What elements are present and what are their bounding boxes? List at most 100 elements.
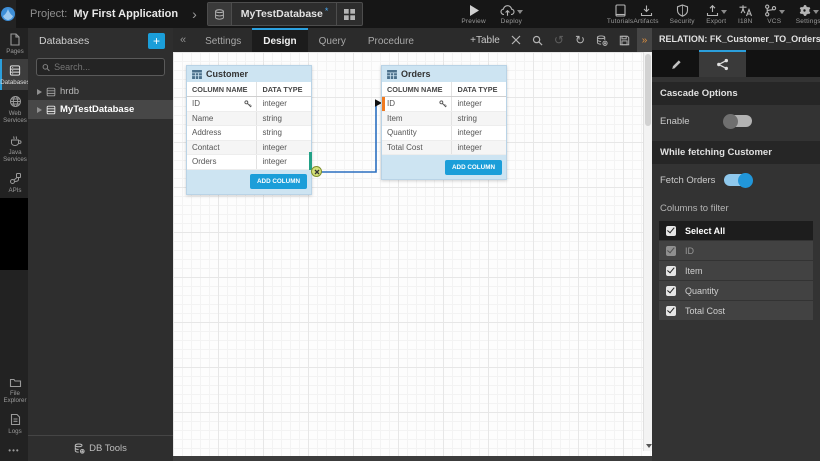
project-breadcrumb: Project: My First Application <box>30 8 178 20</box>
table-row[interactable]: Address string <box>187 126 311 141</box>
add-table-button[interactable]: +Table <box>470 35 500 46</box>
checkbox-checked-icon[interactable] <box>666 226 676 236</box>
fetch-orders-toggle[interactable] <box>724 174 752 186</box>
database-icon <box>46 105 56 115</box>
table-card-orders[interactable]: Orders COLUMN NAME DATA TYPE ID int <box>381 65 507 180</box>
collapse-panel-button[interactable]: « <box>173 28 194 52</box>
app-logo[interactable] <box>0 0 16 28</box>
table-row[interactable]: Orders integer <box>187 155 311 170</box>
database-tab-label: MyTestDatabase <box>241 8 323 20</box>
filter-id[interactable]: ID <box>659 241 813 260</box>
checkbox-checked-icon[interactable] <box>666 306 676 316</box>
table-header[interactable]: Customer <box>187 66 311 82</box>
search-input[interactable] <box>54 62 159 72</box>
project-label: Project: <box>30 8 67 20</box>
tab-relations[interactable] <box>699 50 746 77</box>
search-icon[interactable] <box>532 35 543 46</box>
add-column-button[interactable]: ADD COLUMN <box>250 174 307 189</box>
security-button[interactable]: Security <box>670 3 695 25</box>
expand-panel-button[interactable]: » <box>637 28 652 52</box>
sidebar-item-databases[interactable]: Databases <box>0 59 28 90</box>
checkbox-checked-icon[interactable] <box>666 266 676 276</box>
tab-query[interactable]: Query <box>308 28 357 52</box>
table-header[interactable]: Orders <box>382 66 506 82</box>
schema-canvas[interactable]: Customer COLUMN NAME DATA TYPE ID intege… <box>173 52 652 456</box>
relation-drag-handle[interactable] <box>311 166 322 177</box>
play-icon <box>468 4 480 17</box>
relation-icon <box>716 58 729 71</box>
fk-target-marker <box>382 97 385 111</box>
tab-procedure[interactable]: Procedure <box>357 28 425 52</box>
deploy-caret-icon <box>517 10 523 14</box>
filter-select-all[interactable]: Select All <box>659 221 813 240</box>
sidebar-item-web-services[interactable]: Web Services <box>0 90 28 128</box>
sidebar-item-java-services[interactable]: Java Services <box>0 129 28 167</box>
expand-caret-icon[interactable] <box>37 107 42 113</box>
scroll-down-icon[interactable] <box>646 444 652 448</box>
table-card-customer[interactable]: Customer COLUMN NAME DATA TYPE ID intege… <box>186 65 312 195</box>
enable-toggle[interactable] <box>724 115 752 127</box>
filter-item[interactable]: Item <box>659 261 813 280</box>
export-db-icon[interactable] <box>596 35 608 46</box>
sidebar-item-logs[interactable]: Logs <box>0 408 28 439</box>
column-header-row: COLUMN NAME DATA TYPE <box>382 82 506 97</box>
table-row[interactable]: ID integer <box>187 97 311 112</box>
save-icon[interactable] <box>619 35 630 46</box>
left-rail: Pages Databases Web Services Java Se <box>0 28 28 461</box>
redo-icon[interactable]: ↻ <box>575 34 585 46</box>
table-row[interactable]: Total Cost integer <box>382 141 506 156</box>
tree-item-hrdb[interactable]: hrdb <box>28 83 173 100</box>
grid-view-icon[interactable] <box>336 3 362 25</box>
while-fetching-header: While fetching Customer <box>652 141 820 164</box>
folder-icon <box>9 377 22 388</box>
globe-icon <box>9 95 22 108</box>
export-button[interactable]: Export <box>706 3 727 25</box>
tab-design[interactable]: Design <box>252 28 307 52</box>
sidebar-item-apis[interactable]: APIs <box>0 167 28 198</box>
settings-button[interactable]: Settings <box>796 3 820 25</box>
design-tab-bar: « Settings Design Query Procedure +Table… <box>173 28 652 52</box>
sidebar-item-file-explorer[interactable]: File Explorer <box>0 372 28 408</box>
expand-caret-icon[interactable] <box>37 89 42 95</box>
i18n-button[interactable]: I18N <box>738 3 753 25</box>
db-tools-button[interactable]: DB Tools <box>28 435 173 461</box>
checkbox-disabled-icon <box>666 246 676 256</box>
tab-edit-column[interactable] <box>652 50 699 77</box>
databases-panel: Databases + hrdb MyT <box>28 28 173 461</box>
table-footer: ADD COLUMN <box>187 170 311 194</box>
table-row[interactable]: ID integer <box>382 97 506 112</box>
canvas-vertical-scrollbar[interactable] <box>643 52 652 451</box>
filter-total-cost[interactable]: Total Cost <box>659 301 813 320</box>
filter-quantity[interactable]: Quantity <box>659 281 813 300</box>
add-database-button[interactable]: + <box>148 33 165 49</box>
checkbox-checked-icon[interactable] <box>666 286 676 296</box>
search-icon <box>42 63 50 72</box>
table-row[interactable]: Contact integer <box>187 141 311 156</box>
add-column-button[interactable]: ADD COLUMN <box>445 160 502 175</box>
deploy-button[interactable]: Deploy <box>500 3 523 25</box>
chevron-right-icon[interactable]: › <box>192 7 197 21</box>
table-row[interactable]: Item string <box>382 112 506 127</box>
tree-item-mytestdatabase[interactable]: MyTestDatabase <box>28 100 173 119</box>
undo-icon[interactable]: ↺ <box>554 34 564 46</box>
table-row[interactable]: Name string <box>187 112 311 127</box>
more-options-icon[interactable]: ••• <box>0 439 28 461</box>
handle-x-icon <box>314 169 320 175</box>
preview-button[interactable]: Preview <box>461 3 486 25</box>
translate-icon <box>738 4 753 17</box>
cloud-upload-icon <box>500 4 515 17</box>
table-row[interactable]: Quantity integer <box>382 126 506 141</box>
canvas-bottom-edge <box>173 456 652 461</box>
database-search[interactable] <box>36 58 165 76</box>
tutorials-button[interactable]: Tutorials <box>607 3 633 25</box>
sidebar-item-pages[interactable]: Pages <box>0 28 28 59</box>
artifacts-button[interactable]: Artifacts <box>633 3 658 25</box>
delete-icon[interactable] <box>511 35 521 45</box>
database-document-tab[interactable]: MyTestDatabase * <box>207 2 364 26</box>
project-name[interactable]: My First Application <box>73 8 178 20</box>
vcs-button[interactable]: VCS <box>764 3 785 25</box>
rail-spacer <box>0 198 28 270</box>
tab-settings[interactable]: Settings <box>194 28 252 52</box>
cascade-options-header: Cascade Options <box>652 82 820 105</box>
scrollbar-thumb[interactable] <box>645 54 651 126</box>
